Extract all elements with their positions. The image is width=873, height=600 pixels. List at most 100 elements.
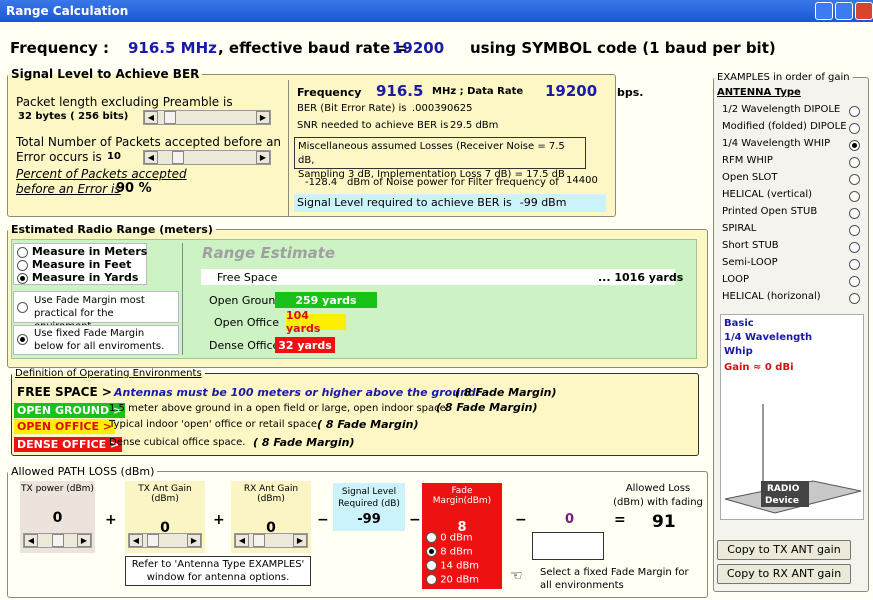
radio-icon[interactable] bbox=[849, 276, 860, 287]
fade-8-option[interactable]: 8 dBm bbox=[426, 546, 473, 558]
antenna-detail-line3: Whip bbox=[724, 346, 753, 357]
antenna-option[interactable]: Short STUB bbox=[722, 240, 862, 253]
close-button[interactable] bbox=[855, 2, 873, 20]
unit-meters-option[interactable]: Measure in Meters bbox=[17, 245, 147, 258]
fade-14-option[interactable]: 14 dBm bbox=[426, 560, 479, 572]
chevron-right-icon[interactable]: ▶ bbox=[187, 534, 201, 547]
radio-icon[interactable] bbox=[849, 106, 860, 117]
chevron-right-icon[interactable]: ▶ bbox=[256, 151, 270, 164]
antenna-option[interactable]: Printed Open STUB bbox=[722, 206, 862, 219]
slider-thumb[interactable] bbox=[147, 534, 159, 547]
radio-selected-icon[interactable] bbox=[849, 140, 860, 151]
antenna-option-label: Semi-LOOP bbox=[722, 257, 778, 268]
antenna-option[interactable]: HELICAL (vertical) bbox=[722, 189, 862, 202]
radio-icon[interactable] bbox=[849, 123, 860, 134]
radio-selected-icon[interactable] bbox=[17, 272, 28, 284]
bps-label: bps. bbox=[617, 86, 644, 99]
chevron-left-icon[interactable]: ◀ bbox=[129, 534, 143, 547]
radio-icon[interactable] bbox=[426, 560, 437, 571]
tx-gain-slider[interactable]: ◀ ▶ bbox=[128, 533, 202, 548]
antenna-option[interactable]: Open SLOT bbox=[722, 172, 862, 185]
refer-note: Refer to 'Antenna Type EXAMPLES' window … bbox=[125, 556, 311, 586]
radio-icon[interactable] bbox=[849, 208, 860, 219]
free-space-value: ... 1016 yards bbox=[598, 271, 684, 284]
radio-icon[interactable] bbox=[17, 302, 28, 313]
radio-selected-icon[interactable] bbox=[426, 546, 437, 557]
open-office-label: Open Office bbox=[214, 316, 279, 329]
slider-thumb[interactable] bbox=[52, 534, 64, 547]
radio-icon[interactable] bbox=[849, 259, 860, 270]
radio-icon[interactable] bbox=[849, 242, 860, 253]
radio-icon[interactable] bbox=[426, 532, 437, 543]
fade-option-fixed[interactable]: Use fixed Fade Margin below for all envi… bbox=[13, 325, 179, 355]
copy-to-rx-button[interactable]: Copy to RX ANT gain bbox=[717, 564, 851, 584]
pointing-hand-icon: ☜ bbox=[510, 568, 523, 584]
radio-icon[interactable] bbox=[849, 191, 860, 202]
extra-loss-input[interactable] bbox=[532, 532, 604, 560]
radio-icon[interactable] bbox=[849, 225, 860, 236]
ber-label: BER (Bit Error Rate) is bbox=[297, 103, 407, 114]
required-signal-label: Signal Level required to achieve BER is bbox=[297, 196, 512, 209]
frequency-heading: Frequency : bbox=[10, 39, 110, 57]
radio-selected-icon[interactable] bbox=[17, 334, 28, 345]
antenna-option[interactable]: Semi-LOOP bbox=[722, 257, 862, 270]
radio-icon[interactable] bbox=[849, 293, 860, 304]
equals-sign: = bbox=[614, 512, 626, 528]
unit-feet-option[interactable]: Measure in Feet bbox=[17, 258, 131, 271]
copy-to-tx-button[interactable]: Copy to TX ANT gain bbox=[717, 540, 851, 560]
chevron-left-icon[interactable]: ◀ bbox=[144, 111, 158, 124]
slider-thumb[interactable] bbox=[164, 111, 176, 124]
open-ground-bar: 259 yards bbox=[275, 292, 377, 308]
open-office-bar: 104 yards bbox=[286, 309, 346, 335]
fade-20-label: 20 dBm bbox=[440, 574, 480, 586]
chevron-right-icon[interactable]: ▶ bbox=[256, 111, 270, 124]
antenna-option[interactable]: 1/4 Wavelength WHIP bbox=[722, 138, 862, 151]
maximize-button[interactable] bbox=[835, 2, 853, 20]
unit-feet-label: Measure in Feet bbox=[31, 258, 132, 271]
slider-thumb[interactable] bbox=[253, 534, 265, 547]
antenna-option[interactable]: SPIRAL bbox=[722, 223, 862, 236]
free-space-tag: FREE SPACE > bbox=[17, 385, 112, 399]
radio-icon[interactable] bbox=[849, 174, 860, 185]
chevron-right-icon[interactable]: ▶ bbox=[77, 534, 91, 547]
signal-level-legend: Signal Level to Achieve BER bbox=[11, 67, 200, 81]
radio-icon[interactable] bbox=[849, 157, 860, 168]
required-signal-box: Signal Level required to achieve BER is … bbox=[294, 194, 606, 212]
antenna-option[interactable]: HELICAL (horizonal) bbox=[722, 291, 862, 304]
fade-0-option[interactable]: 0 dBm bbox=[426, 532, 473, 544]
antenna-option-label: HELICAL (vertical) bbox=[722, 189, 813, 200]
noise-value: -128.4 bbox=[305, 177, 338, 188]
radio-icon[interactable] bbox=[426, 574, 437, 585]
packet-length-slider[interactable]: ◀ ▶ bbox=[143, 110, 271, 125]
slider-thumb[interactable] bbox=[172, 151, 184, 164]
antenna-option[interactable]: 1/2 Wavelength DIPOLE bbox=[722, 104, 862, 117]
antenna-option[interactable]: RFM WHIP bbox=[722, 155, 862, 168]
tx-power-value: 0 bbox=[52, 510, 63, 526]
tx-power-slider[interactable]: ◀ ▶ bbox=[23, 533, 92, 548]
unit-yards-option[interactable]: Measure in Yards bbox=[17, 271, 138, 284]
radio-icon[interactable] bbox=[17, 246, 28, 258]
percent-label-line1: Percent of Packets accepted bbox=[16, 167, 187, 181]
open-ground-text: 1.5 meter above ground in a open field o… bbox=[109, 403, 449, 414]
error-count-slider[interactable]: ◀ ▶ bbox=[143, 150, 271, 165]
fade-20-option[interactable]: 20 dBm bbox=[426, 574, 479, 586]
radio-icon[interactable] bbox=[17, 259, 28, 271]
chevron-right-icon[interactable]: ▶ bbox=[293, 534, 307, 547]
signal-required-value: -99 bbox=[357, 512, 381, 527]
dense-office-value: 32 yards bbox=[278, 338, 332, 352]
minus-sign: − bbox=[317, 512, 329, 528]
plus-sign: + bbox=[105, 512, 117, 528]
rx-gain-slider[interactable]: ◀ ▶ bbox=[234, 533, 308, 548]
antenna-option-label: Printed Open STUB bbox=[722, 206, 818, 217]
antenna-option[interactable]: Modified (folded) DIPOLE bbox=[722, 121, 862, 134]
fade-option-practical[interactable]: Use Fade Margin most practical for the e… bbox=[13, 291, 179, 332]
antenna-option[interactable]: LOOP bbox=[722, 274, 862, 287]
chevron-left-icon[interactable]: ◀ bbox=[24, 534, 38, 547]
antenna-option-label: Modified (folded) DIPOLE bbox=[722, 121, 847, 132]
packet-length-value: 32 bytes ( 256 bits) bbox=[18, 111, 129, 122]
antenna-type-heading: ANTENNA Type bbox=[717, 87, 801, 98]
minimize-button[interactable] bbox=[815, 2, 833, 20]
chevron-left-icon[interactable]: ◀ bbox=[235, 534, 249, 547]
chevron-left-icon[interactable]: ◀ bbox=[144, 151, 158, 164]
antenna-detail-line1: Basic bbox=[724, 318, 754, 329]
